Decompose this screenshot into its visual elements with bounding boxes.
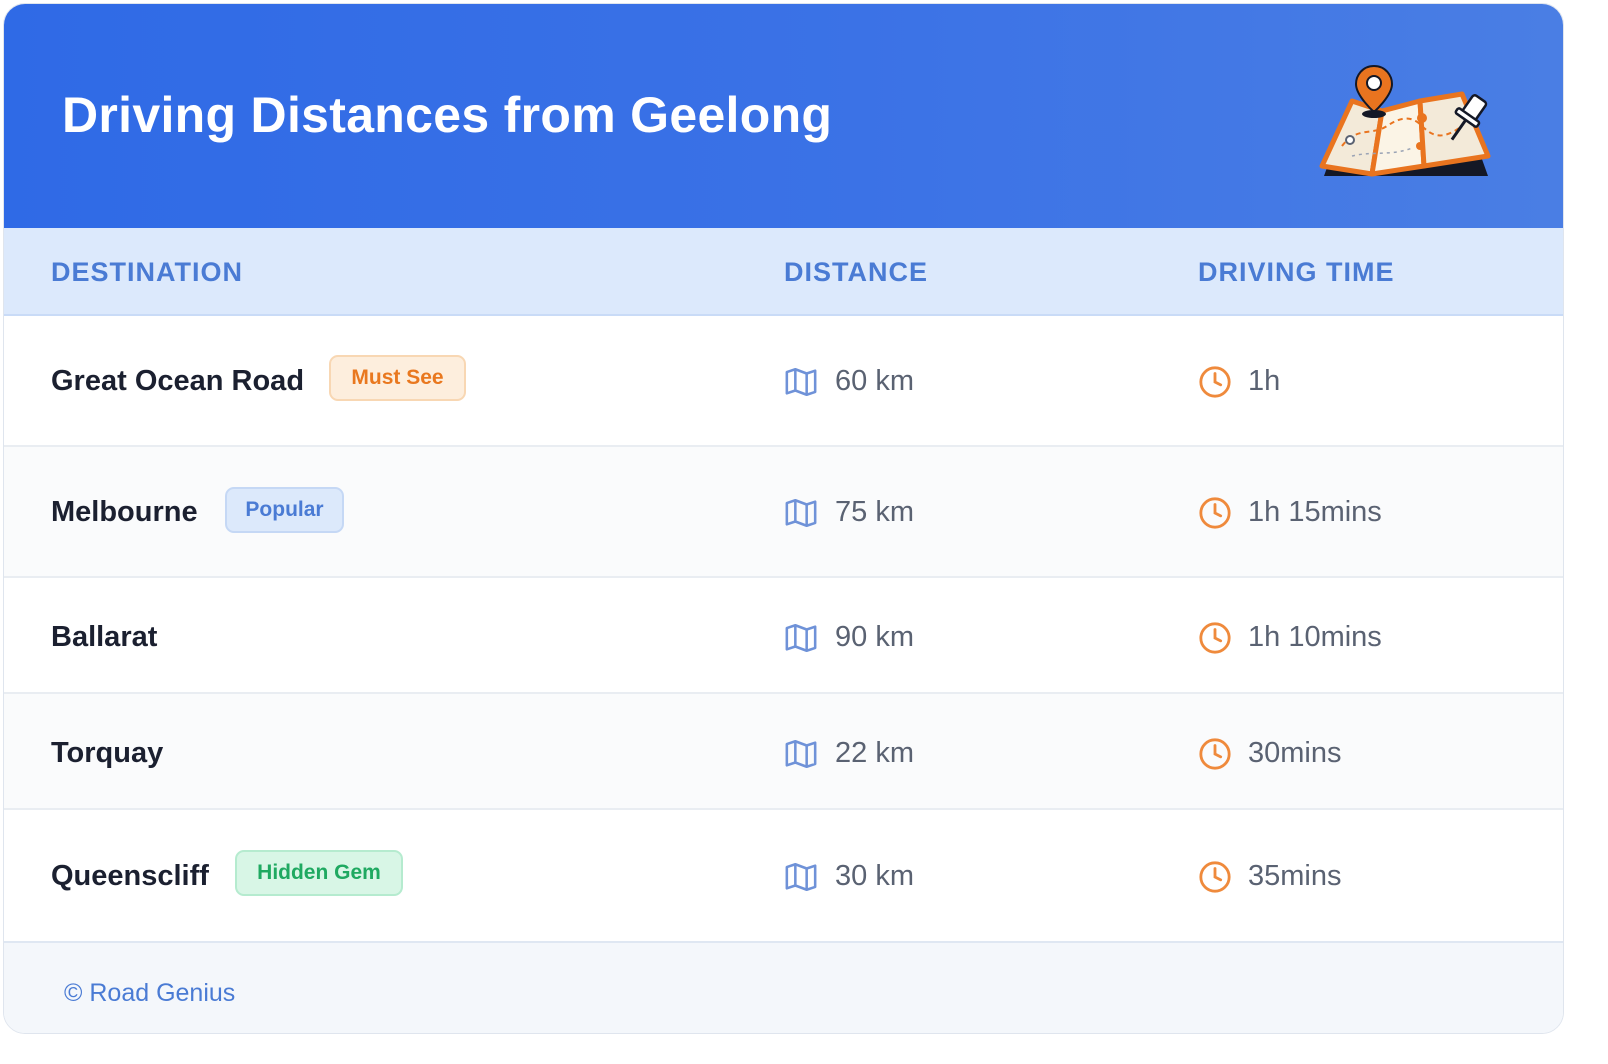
clock-icon: [1199, 366, 1231, 398]
table-row: Queenscliff Hidden Gem 30 km 35mins: [4, 810, 1563, 941]
distances-card: Driving Distances from Geelong DESTINATI…: [3, 3, 1564, 1034]
driving-time-value: 30mins: [1248, 737, 1342, 769]
destination-name: Torquay: [51, 737, 164, 769]
map-icon: [785, 739, 817, 769]
clock-icon: [1199, 622, 1231, 654]
driving-time-value: 1h 15mins: [1248, 496, 1382, 528]
destination-name: Great Ocean Road: [51, 365, 305, 397]
must-see-badge: Must See: [329, 355, 466, 401]
card-footer: © Road Genius: [4, 941, 1563, 1033]
map-icon: [785, 498, 817, 528]
hidden-gem-badge: Hidden Gem: [235, 850, 403, 896]
column-header-destination: DESTINATION: [51, 257, 243, 287]
folded-map-with-pins-icon: [1319, 64, 1491, 177]
table-row: Torquay 22 km 30mins: [4, 694, 1563, 810]
map-icon: [785, 623, 817, 653]
distance-value: 30 km: [835, 860, 914, 892]
column-header-driving-time: DRIVING TIME: [1198, 257, 1395, 287]
destination-name: Ballarat: [51, 621, 158, 653]
destination-name: Queenscliff: [51, 860, 209, 892]
driving-time-value: 1h: [1248, 365, 1281, 397]
table-header: DESTINATION DISTANCE DRIVING TIME: [4, 228, 1563, 316]
clock-icon: [1199, 497, 1231, 529]
map-icon: [785, 367, 817, 397]
destination-name: Melbourne: [51, 496, 198, 528]
distance-value: 22 km: [835, 737, 914, 769]
map-icon: [785, 862, 817, 892]
table-row: Melbourne Popular 75 km 1h 15mins: [4, 447, 1563, 578]
popular-badge: Popular: [225, 487, 344, 533]
clock-icon: [1199, 861, 1231, 893]
distance-value: 60 km: [835, 365, 914, 397]
table-row: Great Ocean Road Must See 60 km 1h: [4, 316, 1563, 447]
distance-value: 90 km: [835, 621, 914, 653]
column-header-distance: DISTANCE: [784, 257, 929, 287]
driving-time-value: 1h 10mins: [1248, 621, 1382, 653]
page-title: Driving Distances from Geelong: [62, 87, 833, 143]
driving-time-value: 35mins: [1248, 860, 1342, 892]
table-row: Ballarat 90 km 1h 10mins: [4, 578, 1563, 694]
copyright-credit: © Road Genius: [64, 979, 236, 1007]
clock-icon: [1199, 738, 1231, 770]
card-header: Driving Distances from Geelong: [4, 4, 1563, 228]
distance-value: 75 km: [835, 496, 914, 528]
